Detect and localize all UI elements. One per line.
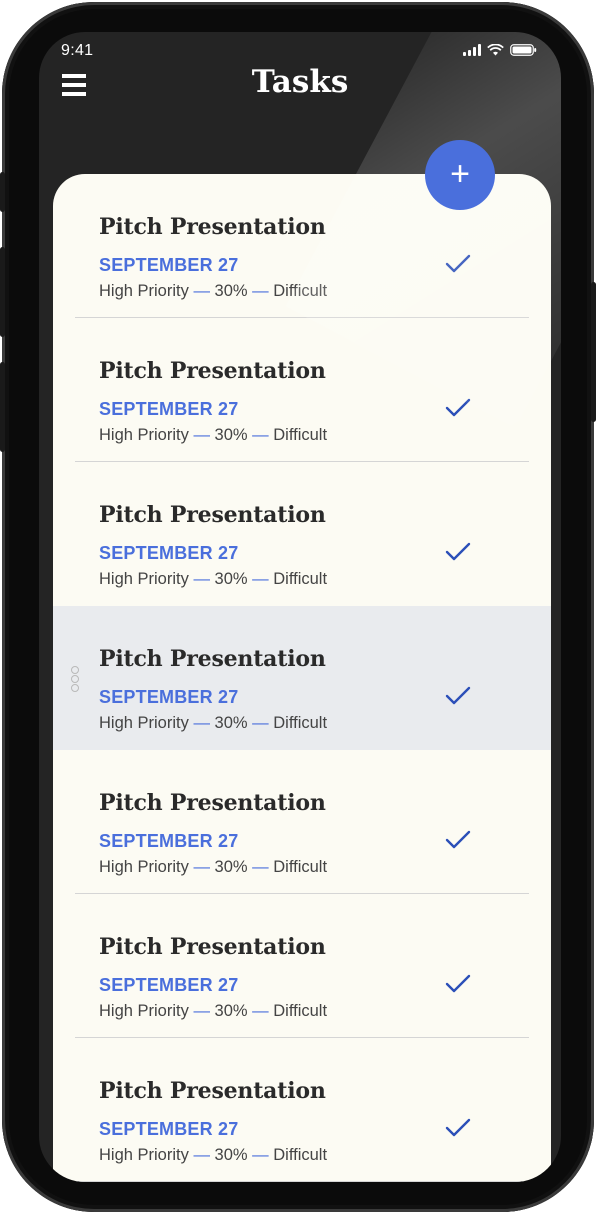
task-date: SEPTEMBER 27	[99, 255, 239, 275]
wifi-icon	[487, 44, 504, 56]
separator-dash: —	[252, 1146, 269, 1164]
task-priority: High Priority	[99, 570, 189, 588]
task-meta: High Priority — 30% — Difficult	[99, 714, 327, 733]
task-priority: High Priority	[99, 1146, 189, 1164]
checkmark-icon[interactable]	[445, 974, 471, 994]
task-date: SEPTEMBER 27	[99, 975, 239, 995]
page-title: Tasks	[251, 64, 349, 100]
status-time: 9:41	[61, 42, 94, 59]
task-meta: High Priority — 30% — Difficult	[99, 570, 327, 589]
task-title: Pitch Presentation	[99, 790, 326, 816]
separator-dash: —	[193, 1146, 210, 1164]
task-meta: High Priority — 30% — Difficult	[99, 858, 327, 877]
task-difficulty: Difficult	[273, 1146, 328, 1164]
task-row[interactable]: Pitch Presentation SEPTEMBER 27 High Prior…	[53, 750, 551, 894]
checkmark-icon[interactable]	[445, 542, 471, 562]
task-meta: High Priority — 30% — Difficult	[99, 282, 327, 301]
task-title: Pitch Presentation	[99, 646, 326, 672]
task-list: Pitch Presentation SEPTEMBER 27 High Prior…	[53, 174, 551, 1182]
task-difficulty: Difficult	[273, 282, 328, 300]
task-meta: High Priority — 30% — Difficult	[99, 426, 327, 445]
task-difficulty: Difficult	[273, 426, 328, 444]
separator-dash: —	[252, 570, 269, 588]
separator-dash: —	[252, 1002, 269, 1020]
task-row[interactable]: Pitch Presentation SEPTEMBER 27 High Prior…	[53, 894, 551, 1038]
separator-dash: —	[252, 282, 269, 300]
signal-icon	[463, 44, 481, 56]
task-row[interactable]: Pitch Presentation SEPTEMBER 27 High Prior…	[53, 1038, 551, 1182]
checkmark-icon[interactable]	[445, 398, 471, 418]
separator-dash: —	[252, 858, 269, 876]
checkmark-icon[interactable]	[445, 254, 471, 274]
task-progress: 30%	[214, 282, 248, 300]
task-meta: High Priority — 30% — Difficult	[99, 1002, 327, 1021]
separator-dash: —	[193, 282, 210, 300]
task-priority: High Priority	[99, 714, 189, 732]
separator-dash: —	[193, 1002, 210, 1020]
task-row[interactable]: Pitch Presentation SEPTEMBER 27 High Prior…	[53, 606, 551, 750]
power-button	[591, 282, 596, 422]
separator-dash: —	[193, 714, 210, 732]
task-priority: High Priority	[99, 858, 189, 876]
task-progress: 30%	[214, 1002, 248, 1020]
drag-handle-icon[interactable]	[71, 666, 81, 696]
task-difficulty: Difficult	[273, 714, 328, 732]
task-row[interactable]: Pitch Presentation SEPTEMBER 27 High Prior…	[53, 318, 551, 462]
separator-dash: —	[252, 714, 269, 732]
task-difficulty: Difficult	[273, 858, 328, 876]
task-title: Pitch Presentation	[99, 1078, 326, 1104]
task-difficulty: Difficult	[273, 570, 328, 588]
task-meta: High Priority — 30% — Difficult	[99, 1146, 327, 1165]
task-progress: 30%	[214, 858, 248, 876]
volume-up-button	[0, 247, 5, 337]
screen: 9:41 Tasks + Pitch Presentation SEPTEMBE…	[39, 32, 561, 1182]
task-title: Pitch Presentation	[99, 214, 326, 240]
task-date: SEPTEMBER 27	[99, 543, 239, 563]
task-title: Pitch Presentation	[99, 358, 326, 384]
volume-down-button	[0, 362, 5, 452]
task-progress: 30%	[214, 714, 248, 732]
phone-frame: 9:41 Tasks + Pitch Presentation SEPTEMBE…	[0, 2, 596, 1212]
separator-dash: —	[193, 858, 210, 876]
status-icons	[463, 44, 537, 56]
task-date: SEPTEMBER 27	[99, 687, 239, 707]
row-divider	[75, 1181, 529, 1182]
task-date: SEPTEMBER 27	[99, 399, 239, 419]
task-title: Pitch Presentation	[99, 934, 326, 960]
separator-dash: —	[193, 570, 210, 588]
task-difficulty: Difficult	[273, 1002, 328, 1020]
mute-switch	[0, 172, 5, 212]
task-row[interactable]: Pitch Presentation SEPTEMBER 27 High Prior…	[53, 462, 551, 606]
checkmark-icon[interactable]	[445, 830, 471, 850]
task-date: SEPTEMBER 27	[99, 1119, 239, 1139]
separator-dash: —	[252, 426, 269, 444]
checkmark-icon[interactable]	[445, 686, 471, 706]
checkmark-icon[interactable]	[445, 1118, 471, 1138]
header: Tasks	[39, 64, 561, 132]
add-task-button[interactable]: +	[425, 140, 495, 210]
task-date: SEPTEMBER 27	[99, 831, 239, 851]
task-priority: High Priority	[99, 426, 189, 444]
task-priority: High Priority	[99, 1002, 189, 1020]
battery-icon	[510, 44, 537, 56]
task-priority: High Priority	[99, 282, 189, 300]
task-progress: 30%	[214, 426, 248, 444]
task-progress: 30%	[214, 570, 248, 588]
task-title: Pitch Presentation	[99, 502, 326, 528]
task-progress: 30%	[214, 1146, 248, 1164]
separator-dash: —	[193, 426, 210, 444]
